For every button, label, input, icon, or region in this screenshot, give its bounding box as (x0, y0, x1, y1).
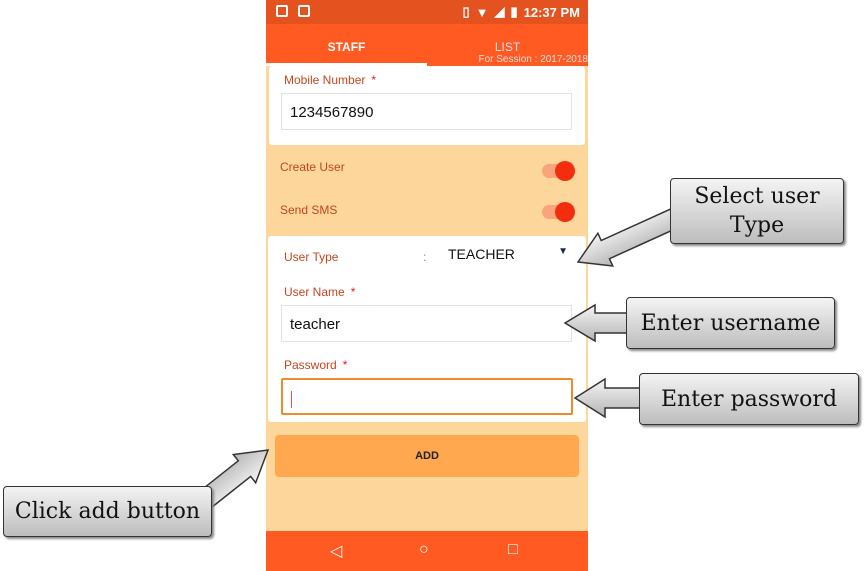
callout-enter-username: Enter username (626, 297, 835, 349)
callout-select-user-type: Select user Type (670, 178, 844, 244)
arrow-username (563, 303, 629, 343)
callout-enter-password: Enter password (639, 373, 859, 425)
callout-click-add: Click add button (3, 486, 212, 537)
arrow-password (573, 377, 642, 419)
